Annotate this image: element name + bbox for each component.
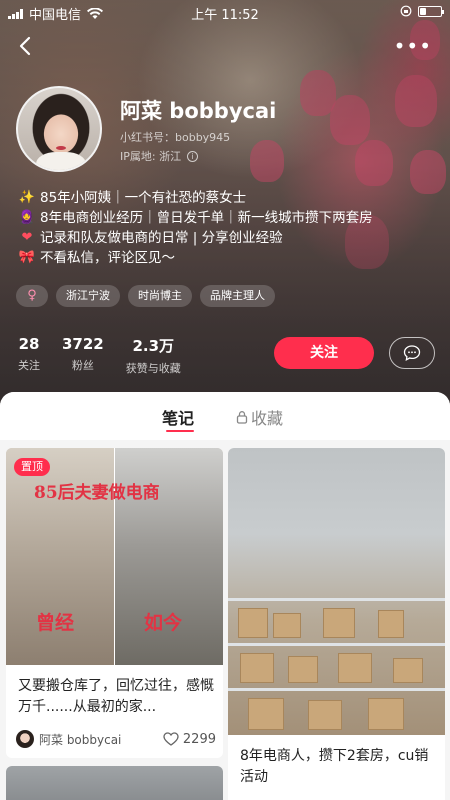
note-card[interactable]: 85后夫妻做电商 曾经 如今 置顶 又要搬仓库了，回忆过往，感慨万千......…	[6, 448, 223, 758]
warehouse-shelf	[228, 688, 445, 691]
tag-brand-owner[interactable]: 品牌主理人	[200, 285, 275, 307]
bio-text: 记录和队友做电商的日常 | 分享创业经验	[40, 230, 283, 246]
like-button[interactable]: 2299	[163, 732, 216, 747]
profile-stats: 28 关注 3722 粉丝 2.3万 获赞与收藏	[18, 335, 181, 376]
avatar-lips	[56, 146, 66, 150]
ip-location-label: IP属地: 浙江	[120, 150, 182, 163]
profile-tags: ♀ 浙江宁波 时尚博主 品牌主理人	[16, 285, 275, 307]
heart-outline-icon	[163, 732, 179, 746]
warehouse-shelf	[228, 598, 445, 601]
avatar-shirt	[36, 152, 86, 170]
author-avatar	[16, 730, 34, 748]
warehouse-box	[273, 613, 301, 638]
warehouse-box	[238, 608, 268, 638]
heart-icon: ❤	[21, 230, 33, 245]
warehouse-box	[288, 656, 318, 683]
sparkles-icon: ✨	[18, 190, 36, 205]
note-title: 8年电商人，攒下2套房，cu销活动	[240, 748, 429, 785]
bio-line: ❤ 记录和队友做电商的日常 | 分享创业经验	[18, 228, 373, 248]
stat-value: 28	[18, 335, 40, 353]
stat-label: 关注	[18, 359, 40, 372]
stat-followers[interactable]: 3722 粉丝	[62, 335, 104, 376]
tag-location[interactable]: 浙江宁波	[56, 285, 120, 307]
warehouse-shelf	[228, 643, 445, 646]
stat-label: 获赞与收藏	[125, 362, 181, 375]
woman-icon: 🧕	[18, 210, 36, 225]
avatar[interactable]	[16, 86, 102, 172]
note-cover-image	[6, 766, 223, 800]
active-tab-indicator	[166, 430, 194, 432]
warehouse-box	[378, 610, 404, 638]
ribbon-icon: 🎀	[18, 250, 36, 265]
battery-icon	[418, 5, 444, 17]
bio-text: 8年电商创业经历｜曾日发千单｜新一线城市攒下两套房	[40, 210, 373, 226]
stat-label: 粉丝	[71, 359, 94, 372]
content-panel: 笔记 收藏 85后夫妻做电商 曾经 如今 置顶 又要搬仓库了，回忆过往，感慨万千…	[0, 392, 450, 800]
bio-text: 85年小阿姨｜一个有社恐的蔡女士	[40, 190, 247, 206]
status-right	[400, 5, 444, 17]
lock-icon	[236, 411, 248, 424]
bio-line: ✨ 85年小阿姨｜一个有社恐的蔡女士	[18, 188, 373, 208]
warehouse-box	[393, 658, 423, 683]
warehouse-box	[338, 653, 372, 683]
gender-female-icon: ♀	[16, 285, 48, 307]
tab-collections-label: 收藏	[251, 409, 284, 428]
note-meta: 阿菜 bobbycai 2299	[16, 730, 216, 748]
cover-caption-now: 如今	[144, 612, 183, 634]
tab-notes[interactable]: 笔记	[162, 405, 194, 429]
warehouse-box	[308, 700, 342, 730]
note-card[interactable]: 8年电商人，攒下2套房，cu销活动	[228, 448, 445, 800]
bio: ✨ 85年小阿姨｜一个有社恐的蔡女士 🧕 8年电商创业经历｜曾日发千单｜新一线城…	[18, 188, 373, 268]
tab-collections[interactable]: 收藏	[236, 405, 283, 429]
tabs-bar: 笔记 收藏	[0, 392, 450, 440]
status-time: 上午 11:52	[191, 8, 259, 23]
note-cover-image	[228, 448, 445, 735]
warehouse-box	[368, 698, 404, 730]
author-name: 阿菜 bobbycai	[39, 732, 122, 747]
message-button[interactable]	[389, 337, 435, 369]
xhs-id[interactable]: 小红书号：bobby945	[120, 129, 230, 145]
tag-fashion-blogger[interactable]: 时尚博主	[128, 285, 192, 307]
chat-bubble-icon	[403, 345, 421, 362]
warehouse-box	[248, 698, 284, 730]
more-options-icon[interactable]: •••	[394, 36, 432, 56]
stat-following[interactable]: 28 关注	[18, 335, 40, 376]
follow-button[interactable]: 关注	[274, 337, 374, 369]
bio-line: 🧕 8年电商创业经历｜曾日发千单｜新一线城市攒下两套房	[18, 208, 373, 228]
cover-caption-top: 85后夫妻做电商	[34, 483, 160, 503]
back-arrow-icon[interactable]	[14, 34, 38, 58]
note-cover-image: 85后夫妻做电商 曾经 如今 置顶	[6, 448, 223, 665]
info-icon[interactable]: i	[187, 150, 199, 162]
warehouse-box	[323, 608, 355, 638]
stat-value: 3722	[62, 335, 104, 353]
orientation-lock-icon	[400, 5, 412, 17]
like-count: 2299	[182, 731, 216, 747]
stat-likes-collects[interactable]: 2.3万 获赞与收藏	[126, 335, 181, 376]
note-card[interactable]	[6, 766, 223, 800]
note-title: 又要搬仓库了，回忆过往，感慨万千......从最初的家...	[18, 678, 214, 715]
warehouse-box	[240, 653, 274, 683]
battery-level	[420, 7, 426, 15]
profile-name: 阿菜 bobbycai	[120, 99, 277, 123]
pinned-badge: 置顶	[14, 458, 50, 476]
cover-caption-before: 曾经	[36, 612, 75, 634]
stat-value: 2.3万	[132, 337, 175, 355]
bio-text: 不看私信，评论区见～	[40, 250, 175, 266]
note-author[interactable]: 阿菜 bobbycai	[16, 730, 121, 748]
status-bar: 中国电信 上午 11:52	[0, 0, 450, 24]
ip-location: IP属地: 浙江 i	[120, 148, 199, 164]
bio-line: 🎀 不看私信，评论区见～	[18, 248, 373, 268]
